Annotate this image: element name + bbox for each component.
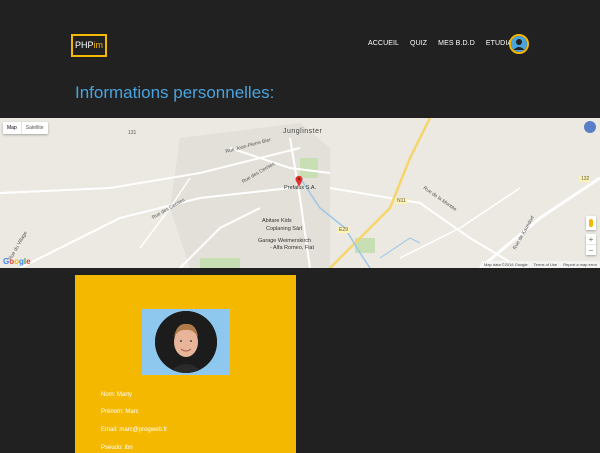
site-logo[interactable]: PHP im bbox=[71, 34, 107, 57]
account-icon[interactable] bbox=[584, 121, 596, 133]
map-data-attribution: Map data ©2018 Google bbox=[483, 262, 528, 267]
map-poi-label: Abitare Kids bbox=[262, 218, 292, 224]
profile-card: Nom: Marty Prénom: Marc Email: marc@prog… bbox=[75, 275, 296, 453]
map-marker-icon[interactable] bbox=[295, 175, 303, 187]
profile-nom: Nom: Marty bbox=[101, 392, 133, 398]
map-road-number: E29 bbox=[338, 227, 349, 233]
profile-prenom: Prénom: Marc bbox=[101, 409, 139, 415]
map-type-satellite-button[interactable]: Satellite bbox=[20, 122, 48, 134]
google-logo[interactable]: Google bbox=[3, 257, 31, 266]
zoom-in-button[interactable]: + bbox=[586, 234, 596, 244]
logo-text-im: im bbox=[93, 40, 104, 50]
map-poi-label: Coplaning Sàrl bbox=[266, 226, 303, 232]
profile-email: Email: marc@progweb.fr bbox=[101, 427, 168, 433]
user-avatar-button[interactable] bbox=[509, 34, 529, 54]
nav-item-mes-bdd[interactable]: MES B.D.D bbox=[438, 40, 475, 47]
zoom-out-button[interactable]: − bbox=[586, 245, 596, 255]
map-town-label: Junglinster bbox=[283, 128, 323, 135]
zoom-control: + − bbox=[586, 234, 596, 255]
map-road-number: 132 bbox=[580, 176, 591, 182]
map-type-map-button[interactable]: Map bbox=[3, 122, 21, 134]
map-footer: Map data ©2018 Google Terms of Use Repor… bbox=[480, 261, 600, 268]
profile-photo-circle bbox=[155, 311, 217, 373]
google-map[interactable]: Map Satellite Junglinster Rue des Cerise… bbox=[0, 118, 600, 268]
page: PHP im ACCUEIL QUIZ MES B.D.D ETUDIANTS I… bbox=[0, 0, 600, 453]
map-road-number: 131 bbox=[128, 130, 137, 136]
nav-item-quiz[interactable]: QUIZ bbox=[410, 40, 427, 47]
map-terms-link[interactable]: Terms of Use bbox=[531, 261, 561, 268]
map-poi-label: - Alfa Romeo, Fiat bbox=[270, 245, 315, 251]
nav-item-accueil[interactable]: ACCUEIL bbox=[368, 40, 399, 47]
person-portrait-icon bbox=[155, 311, 217, 373]
street-view-pegman-icon[interactable] bbox=[586, 216, 596, 230]
profile-photo bbox=[142, 309, 230, 375]
main-nav: ACCUEIL QUIZ MES B.D.D ETUDIANTS bbox=[368, 40, 526, 47]
map-type-control: Map Satellite bbox=[3, 122, 48, 134]
map-road-number: N11 bbox=[396, 198, 407, 204]
page-title: Informations personnelles: bbox=[75, 83, 275, 102]
map-report-error-link[interactable]: Report a map error bbox=[560, 261, 600, 268]
logo-text-php: PHP bbox=[74, 40, 94, 50]
map-poi-label: Garage Weimerskirch bbox=[258, 238, 312, 244]
user-avatar-icon bbox=[511, 36, 527, 52]
profile-pseudo: Pseudo: lbn bbox=[101, 445, 133, 451]
